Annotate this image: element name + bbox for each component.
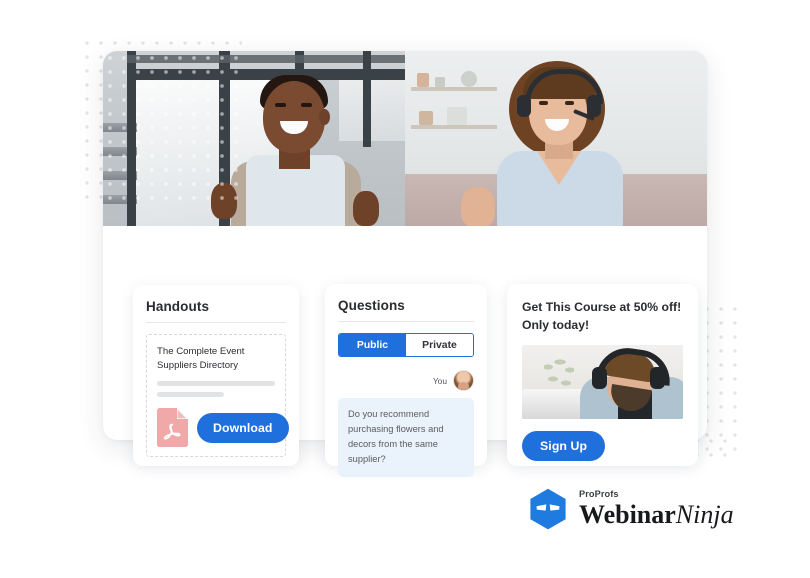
placeholder-line bbox=[157, 392, 225, 398]
download-button[interactable]: Download bbox=[197, 412, 289, 443]
handout-name: The Complete Event Suppliers Directory bbox=[157, 346, 245, 371]
brand-logo: ProProfs WebinarNinja bbox=[528, 488, 734, 530]
handout-item[interactable]: The Complete Event Suppliers Directory D… bbox=[146, 334, 289, 457]
logo-wordmark: WebinarNinja bbox=[579, 499, 734, 529]
question-author-row: You bbox=[338, 370, 474, 391]
sign-up-button[interactable]: Sign Up bbox=[522, 431, 606, 462]
screenshot-stage: Handouts The Complete Event Suppliers Di… bbox=[0, 0, 810, 578]
presenter-face bbox=[263, 81, 325, 153]
webinar-card: Handouts The Complete Event Suppliers Di… bbox=[103, 51, 707, 478]
promo-headphone-earcup bbox=[650, 367, 665, 390]
attendee-hand bbox=[461, 187, 495, 226]
questions-visibility-toggle[interactable]: Public Private bbox=[338, 333, 474, 357]
logo-company-name: ProProfs bbox=[579, 489, 619, 500]
panels-row: Handouts The Complete Event Suppliers Di… bbox=[103, 226, 707, 478]
promo-title: Get This Course at 50% off! Only today! bbox=[522, 300, 682, 333]
wall-shelf bbox=[411, 125, 497, 129]
handouts-panel: Handouts The Complete Event Suppliers Di… bbox=[133, 285, 299, 466]
placeholder-line bbox=[157, 381, 275, 387]
divider bbox=[338, 321, 474, 322]
presenter-eye bbox=[301, 103, 312, 107]
divider bbox=[146, 322, 286, 323]
video-strip bbox=[103, 51, 707, 226]
presenter-earpiece bbox=[319, 109, 330, 125]
window-frame bbox=[363, 51, 371, 147]
promo-headphone-earcup bbox=[592, 367, 607, 390]
shelf-decor bbox=[435, 77, 445, 87]
tab-public[interactable]: Public bbox=[339, 334, 406, 356]
promo-panel: Get This Course at 50% off! Only today! … bbox=[507, 284, 698, 466]
handout-actions: Download bbox=[157, 408, 289, 447]
logo-word-webinar: Webinar bbox=[579, 499, 676, 529]
promo-image bbox=[522, 345, 683, 420]
glass-pane bbox=[339, 71, 405, 141]
headset-earcup bbox=[587, 95, 601, 117]
headset-earcup bbox=[517, 95, 531, 117]
questions-title: Questions bbox=[338, 298, 405, 313]
question-message-bubble: Do you recommend purchasing flowers and … bbox=[338, 398, 474, 478]
shelf-decor bbox=[447, 107, 467, 125]
ninja-hexagon-icon bbox=[530, 488, 566, 530]
wall-shelf bbox=[411, 87, 497, 91]
questions-panel: Questions Public Private You Do you reco… bbox=[325, 284, 487, 478]
decorative-dot-overlay bbox=[103, 51, 245, 201]
avatar[interactable] bbox=[453, 370, 474, 391]
plant-decor bbox=[544, 359, 574, 394]
presenter-video-left[interactable] bbox=[103, 51, 405, 226]
presenter-eye bbox=[275, 103, 286, 107]
tab-private[interactable]: Private bbox=[406, 334, 473, 356]
shelf-decor bbox=[461, 71, 477, 87]
presenter-hand bbox=[353, 191, 379, 226]
logo-word-ninja: Ninja bbox=[675, 499, 734, 529]
question-author-label: You bbox=[432, 375, 447, 386]
shelf-decor bbox=[417, 73, 429, 87]
shelf-decor bbox=[419, 111, 433, 125]
handouts-title: Handouts bbox=[146, 299, 210, 314]
logo-text: ProProfs WebinarNinja bbox=[579, 490, 734, 527]
pdf-file-icon bbox=[157, 408, 188, 447]
presenter-video-right[interactable] bbox=[405, 51, 707, 226]
